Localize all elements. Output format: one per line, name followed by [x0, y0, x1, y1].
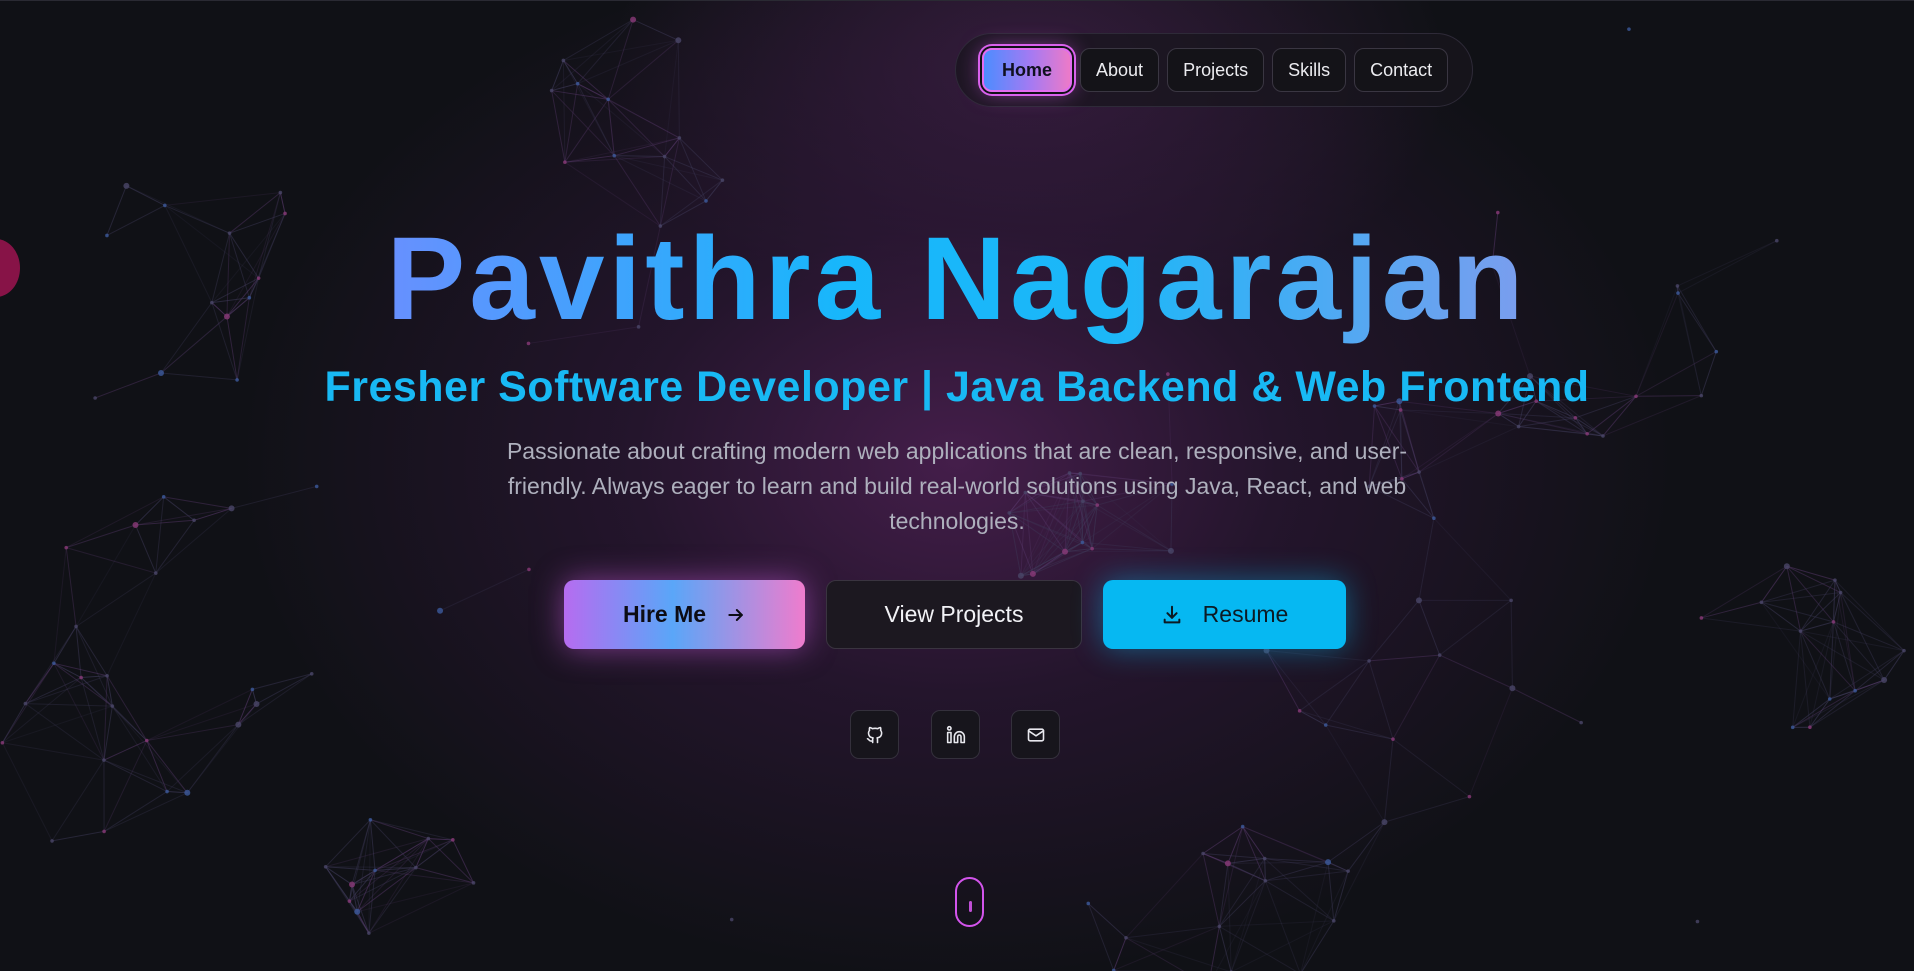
view-projects-button[interactable]: View Projects	[826, 580, 1082, 649]
github-icon	[865, 725, 885, 745]
hero-page: Home About Projects Skills Contact Pavit…	[0, 0, 1914, 971]
nav-item-skills[interactable]: Skills	[1272, 48, 1347, 92]
hire-me-button[interactable]: Hire Me	[564, 580, 805, 649]
hire-me-label: Hire Me	[622, 601, 707, 627]
arrow-right-icon	[726, 605, 746, 625]
scroll-indicator-dot	[969, 901, 972, 912]
scroll-down-indicator[interactable]	[955, 877, 984, 927]
hero-subtitle: Fresher Software Developer | Java Backen…	[324, 363, 1590, 411]
nav-item-home[interactable]: Home	[982, 48, 1073, 92]
hero-description: Passionate about crafting modern web app…	[506, 438, 1408, 534]
mail-icon	[1026, 725, 1046, 745]
nav-item-about[interactable]: About	[1080, 48, 1160, 92]
resume-button[interactable]: Resume	[1103, 580, 1346, 649]
nav-item-projects[interactable]: Projects	[1167, 48, 1265, 92]
top-navigation: Home About Projects Skills Contact	[955, 33, 1473, 107]
download-icon	[1161, 604, 1183, 626]
resume-label: Resume	[1202, 601, 1289, 627]
linkedin-icon	[946, 725, 966, 745]
github-link[interactable]	[850, 710, 899, 759]
linkedin-link[interactable]	[931, 710, 980, 759]
email-link[interactable]	[1011, 710, 1060, 759]
nav-item-contact[interactable]: Contact	[1354, 48, 1449, 92]
view-projects-label: View Projects	[884, 601, 1024, 627]
hero-name: Pavithra Nagarajan	[0, 213, 1914, 345]
